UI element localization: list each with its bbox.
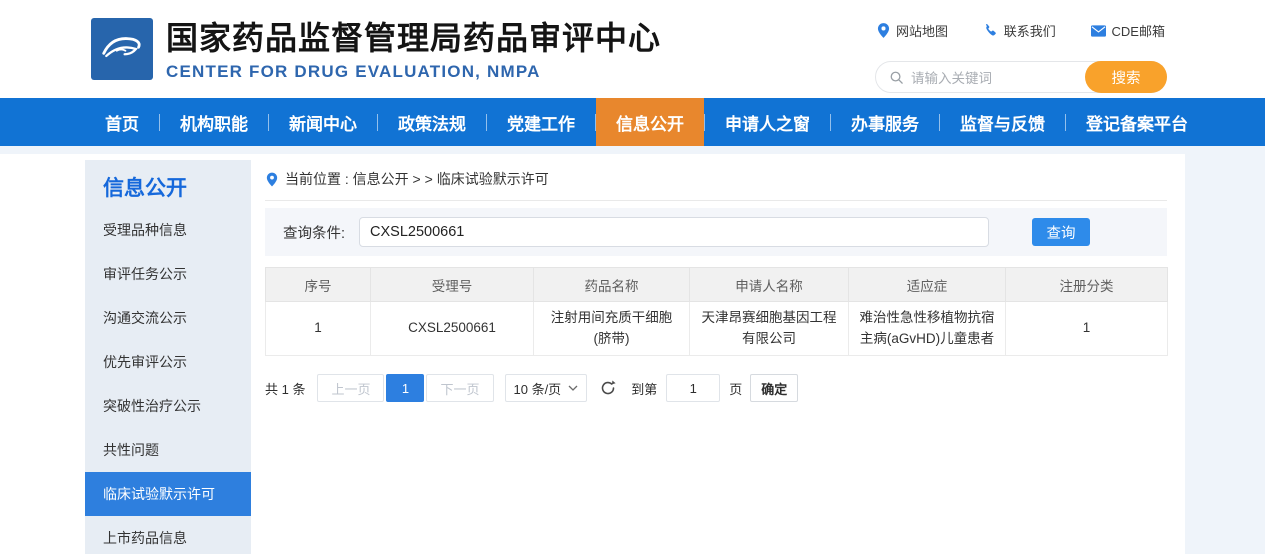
sidebar-item-breakthrough-therapy[interactable]: 突破性治疗公示: [85, 384, 251, 428]
cell-drug-name: 注射用间充质干细胞(脐带): [534, 302, 690, 356]
search-icon: [889, 70, 904, 85]
contact-us-link[interactable]: 联系我们: [983, 21, 1056, 40]
cde-logo-icon: [91, 18, 153, 80]
sidebar-item-review-tasks[interactable]: 审评任务公示: [85, 252, 251, 296]
site-subtitle: CENTER FOR DRUG EVALUATION, NMPA: [166, 62, 661, 82]
sitemap-link-label: 网站地图: [896, 21, 948, 40]
results-table: 序号 受理号 药品名称 申请人名称 适应症 注册分类 1 CXSL2500661…: [265, 267, 1168, 356]
site-title: 国家药品监督管理局药品审评中心: [166, 19, 661, 57]
nav-item-news[interactable]: 新闻中心: [269, 98, 377, 146]
site-search-button[interactable]: 搜索: [1085, 61, 1167, 93]
nav-item-org-functions[interactable]: 机构职能: [160, 98, 268, 146]
col-header-indication: 适应症: [849, 268, 1006, 302]
next-page-button[interactable]: 下一页: [426, 374, 493, 402]
cell-registration-class: 1: [1006, 302, 1168, 356]
phone-icon: [983, 23, 998, 38]
nav-item-services[interactable]: 办事服务: [831, 98, 939, 146]
pagination: 共 1 条 上一页 1 下一页 10 条/页 到第 页 确定: [265, 374, 1167, 402]
page-body: 信息公开 受理品种信息 审评任务公示 沟通交流公示 优先审评公示 突破性治疗公示…: [0, 146, 1265, 554]
chevron-down-icon: [568, 385, 578, 391]
contact-us-link-label: 联系我们: [1004, 21, 1056, 40]
goto-confirm-button[interactable]: 确定: [750, 374, 798, 402]
page-size-value: 10 条/页: [514, 379, 562, 398]
site-search-box[interactable]: 请输入关键词 搜索: [875, 61, 1167, 93]
mail-icon: [1091, 25, 1106, 37]
main-content: 当前位置 : 信息公开 > > 临床试验默示许可 查询条件: 查询 序号 受理号…: [265, 154, 1167, 402]
nav-item-supervision-feedback[interactable]: 监督与反馈: [940, 98, 1065, 146]
page-number-1[interactable]: 1: [386, 374, 424, 402]
nav-item-info-disclosure[interactable]: 信息公开: [596, 98, 704, 146]
sidebar-title: 信息公开: [85, 160, 251, 202]
sitemap-link[interactable]: 网站地图: [877, 21, 948, 40]
goto-page-input[interactable]: [666, 374, 720, 402]
nav-item-policies[interactable]: 政策法规: [378, 98, 486, 146]
cell-seq: 1: [266, 302, 371, 356]
main-navbar: 首页 机构职能 新闻中心 政策法规 党建工作 信息公开 申请人之窗 办事服务 监…: [0, 98, 1265, 146]
cde-mail-link-label: CDE邮箱: [1112, 21, 1165, 40]
goto-page-prefix: 到第: [631, 379, 657, 398]
sidebar-item-common-issues[interactable]: 共性问题: [85, 428, 251, 472]
cell-indication: 难治性急性移植物抗宿主病(aGvHD)儿童患者: [849, 302, 1006, 356]
cell-acceptance-no: CXSL2500661: [371, 302, 534, 356]
site-header: 国家药品监督管理局药品审评中心 CENTER FOR DRUG EVALUATI…: [0, 0, 1265, 98]
sidebar-item-marketed-drugs[interactable]: 上市药品信息: [85, 516, 251, 554]
breadcrumb-pin-icon: [266, 172, 278, 187]
eagle-swoosh-icon: [95, 22, 149, 76]
refresh-button[interactable]: [599, 379, 617, 397]
header-quick-links: 网站地图 联系我们 CDE邮箱: [875, 21, 1167, 40]
breadcrumb: 当前位置 : 信息公开 > > 临床试验默示许可: [265, 154, 1167, 201]
sidebar: 信息公开 受理品种信息 审评任务公示 沟通交流公示 优先审评公示 突破性治疗公示…: [85, 160, 251, 554]
prev-page-button[interactable]: 上一页: [317, 374, 384, 402]
refresh-icon: [599, 379, 617, 397]
nav-item-home[interactable]: 首页: [85, 98, 159, 146]
sidebar-item-clinical-trial-implied-license[interactable]: 临床试验默示许可: [85, 472, 251, 516]
nav-item-party-building[interactable]: 党建工作: [487, 98, 595, 146]
col-header-acceptance-no: 受理号: [371, 268, 534, 302]
query-label: 查询条件:: [283, 222, 345, 243]
goto-page-suffix: 页: [729, 379, 742, 398]
pagination-total: 共 1 条: [265, 379, 305, 398]
site-logo[interactable]: 国家药品监督管理局药品审评中心 CENTER FOR DRUG EVALUATI…: [91, 18, 661, 82]
sidebar-item-accepted-varieties[interactable]: 受理品种信息: [85, 208, 251, 252]
query-input[interactable]: [359, 217, 989, 247]
cde-mail-link[interactable]: CDE邮箱: [1091, 21, 1165, 40]
page-size-select[interactable]: 10 条/页: [505, 374, 588, 402]
query-form: 查询条件: 查询: [265, 208, 1167, 256]
col-header-drug-name: 药品名称: [534, 268, 690, 302]
sidebar-menu: 受理品种信息 审评任务公示 沟通交流公示 优先审评公示 突破性治疗公示 共性问题…: [85, 208, 251, 554]
col-header-applicant: 申请人名称: [690, 268, 849, 302]
location-pin-icon: [877, 23, 890, 38]
nav-item-registration-platform[interactable]: 登记备案平台: [1066, 98, 1208, 146]
col-header-registration-class: 注册分类: [1006, 268, 1168, 302]
col-header-seq: 序号: [266, 268, 371, 302]
table-row: 1 CXSL2500661 注射用间充质干细胞(脐带) 天津昂赛细胞基因工程有限…: [266, 302, 1168, 356]
site-search-placeholder: 请输入关键词: [911, 67, 992, 87]
breadcrumb-text: 当前位置 : 信息公开 > > 临床试验默示许可: [285, 169, 549, 189]
nav-item-applicant-window[interactable]: 申请人之窗: [705, 98, 830, 146]
table-header-row: 序号 受理号 药品名称 申请人名称 适应症 注册分类: [266, 268, 1168, 302]
sidebar-item-priority-review[interactable]: 优先审评公示: [85, 340, 251, 384]
sidebar-item-communication[interactable]: 沟通交流公示: [85, 296, 251, 340]
cell-applicant: 天津昂赛细胞基因工程有限公司: [690, 302, 849, 356]
query-button[interactable]: 查询: [1032, 218, 1090, 246]
